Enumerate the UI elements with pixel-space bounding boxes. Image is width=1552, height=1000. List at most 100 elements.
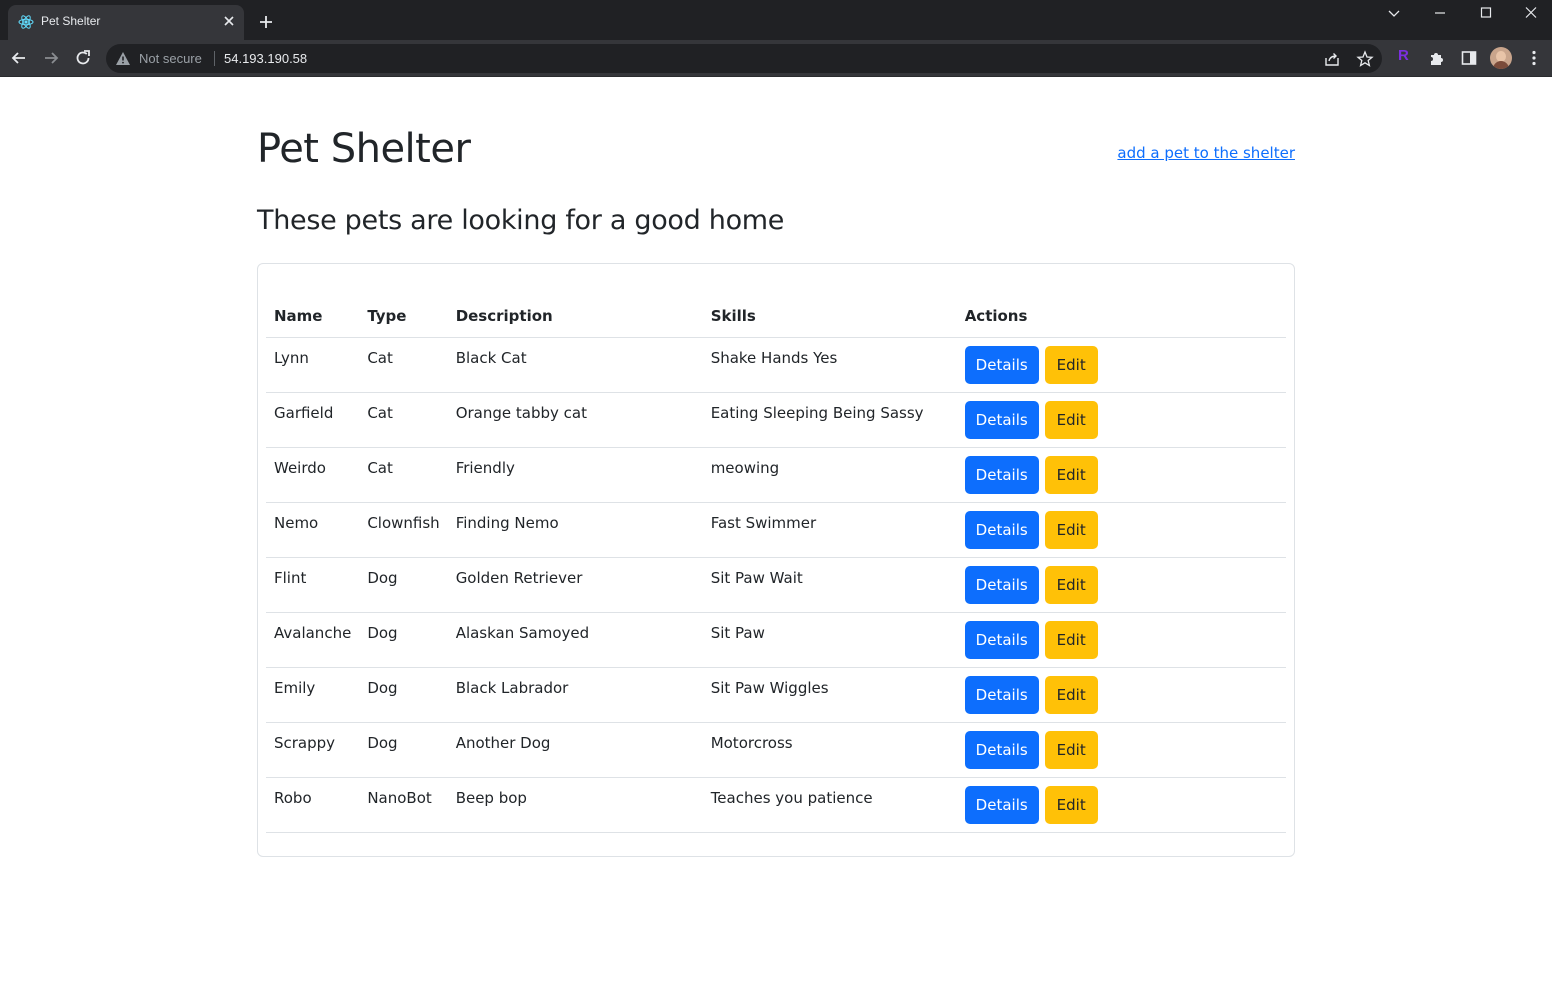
cell-description: Black Cat	[447, 337, 703, 393]
cell-description: Orange tabby cat	[447, 392, 703, 448]
cell-actions: Details Edit	[956, 557, 1286, 613]
details-button[interactable]: Details	[964, 345, 1039, 384]
cell-actions: Details Edit	[956, 777, 1286, 833]
header-description: Description	[447, 289, 703, 338]
back-arrow-icon[interactable]	[9, 48, 29, 68]
avatar[interactable]	[1490, 47, 1512, 69]
cell-type: Dog	[359, 557, 448, 613]
cell-skills: Motorcross	[702, 722, 957, 778]
table-body: Lynn Cat Black Cat Shake Hands Yes Details Ed…	[266, 337, 1286, 833]
minimize-icon[interactable]	[1429, 4, 1451, 22]
pets-table: Name Type Description Skills Actions Lyn…	[266, 289, 1286, 833]
edit-button[interactable]: Edit	[1044, 345, 1098, 384]
share-icon[interactable]	[1323, 50, 1341, 68]
browser-tab[interactable]: Pet Shelter	[8, 5, 244, 40]
page-subtitle: These pets are looking for a good home	[257, 205, 785, 236]
cell-type: Cat	[359, 447, 448, 503]
cell-type: Cat	[359, 337, 448, 393]
cell-description: Friendly	[447, 447, 703, 503]
header-type: Type	[359, 289, 448, 338]
details-button[interactable]: Details	[964, 400, 1039, 439]
header-actions: Actions	[956, 289, 1286, 338]
cell-skills: Shake Hands Yes	[702, 337, 957, 393]
table-row: Lynn Cat Black Cat Shake Hands Yes Details Ed…	[266, 337, 1286, 393]
cell-skills: meowing	[702, 447, 957, 503]
cell-name: Nemo	[266, 502, 360, 558]
cell-name: Flint	[266, 557, 360, 613]
cell-type: Cat	[359, 392, 448, 448]
react-icon	[18, 15, 34, 29]
table-header-row: Name Type Description Skills Actions	[266, 289, 1286, 338]
details-button[interactable]: Details	[964, 455, 1039, 494]
details-button[interactable]: Details	[964, 510, 1039, 549]
details-button[interactable]: Details	[964, 730, 1039, 769]
cell-actions: Details Edit	[956, 667, 1286, 723]
avatar-body	[1493, 61, 1509, 69]
more-vert-icon[interactable]	[1525, 49, 1543, 67]
cell-name: Robo	[266, 777, 360, 833]
cell-actions: Details Edit	[956, 337, 1286, 393]
cell-skills: Sit Paw Wait	[702, 557, 957, 613]
add-pet-link[interactable]: add a pet to the shelter	[1117, 144, 1295, 162]
cell-actions: Details Edit	[956, 392, 1286, 448]
close-icon[interactable]	[221, 13, 237, 29]
plus-icon[interactable]	[256, 12, 276, 32]
details-button[interactable]: Details	[964, 565, 1039, 604]
forward-arrow-icon[interactable]	[41, 48, 61, 68]
edit-button[interactable]: Edit	[1044, 400, 1098, 439]
cell-name: Weirdo	[266, 447, 360, 503]
cell-skills: Sit Paw Wiggles	[702, 667, 957, 723]
cell-name: Avalanche	[266, 612, 360, 668]
edit-button[interactable]: Edit	[1044, 785, 1098, 824]
url-text[interactable]: 54.193.190.58	[224, 51, 307, 66]
edit-button[interactable]: Edit	[1044, 510, 1098, 549]
edit-button[interactable]: Edit	[1044, 675, 1098, 714]
edit-button[interactable]: Edit	[1044, 455, 1098, 494]
divider	[214, 51, 215, 66]
cell-actions: Details Edit	[956, 447, 1286, 503]
cell-description: Black Labrador	[447, 667, 703, 723]
tab-title: Pet Shelter	[41, 14, 101, 28]
cell-name: Lynn	[266, 337, 360, 393]
table-row: Garfield Cat Orange tabby cat Eating Sleepi…	[266, 392, 1286, 448]
maximize-icon[interactable]	[1475, 4, 1497, 22]
browser-titlebar: Pet Shelter	[0, 0, 1552, 40]
table-row: Scrappy Dog Another Dog Motorcross Details Ed…	[266, 722, 1286, 778]
cell-type: Dog	[359, 722, 448, 778]
cell-type: NanoBot	[359, 777, 448, 833]
header-name: Name	[266, 289, 360, 338]
header-skills: Skills	[702, 289, 957, 338]
sidepanel-icon[interactable]	[1460, 49, 1478, 67]
star-icon[interactable]	[1356, 50, 1374, 68]
edit-button[interactable]: Edit	[1044, 565, 1098, 604]
puzzle-icon[interactable]	[1428, 49, 1446, 67]
extension-r-icon[interactable]: R	[1398, 47, 1409, 64]
security-label[interactable]: Not secure	[139, 51, 202, 66]
browser-toolbar: Not secure 54.193.190.58 R	[0, 40, 1552, 77]
cell-name: Garfield	[266, 392, 360, 448]
cell-skills: Fast Swimmer	[702, 502, 957, 558]
close-window-icon[interactable]	[1520, 4, 1542, 22]
warning-icon[interactable]	[115, 51, 131, 66]
details-button[interactable]: Details	[964, 620, 1039, 659]
cell-description: Beep bop	[447, 777, 703, 833]
cell-type: Dog	[359, 667, 448, 723]
cell-actions: Details Edit	[956, 722, 1286, 778]
details-button[interactable]: Details	[964, 785, 1039, 824]
cell-description: Golden Retriever	[447, 557, 703, 613]
pets-card: Name Type Description Skills Actions Lyn…	[257, 263, 1295, 857]
details-button[interactable]: Details	[964, 675, 1039, 714]
table-row: Nemo Clownfish Finding Nemo Fast Swimmer Det…	[266, 502, 1286, 558]
table-row: Emily Dog Black Labrador Sit Paw Wiggles Det…	[266, 667, 1286, 723]
address-bar[interactable]: Not secure 54.193.190.58	[106, 44, 1382, 73]
table-row: Flint Dog Golden Retriever Sit Paw Wait Deta…	[266, 557, 1286, 613]
table-row: Weirdo Cat Friendly meowing Details Edit	[266, 447, 1286, 503]
page-title: Pet Shelter	[257, 126, 471, 172]
edit-button[interactable]: Edit	[1044, 620, 1098, 659]
reload-icon[interactable]	[73, 48, 93, 68]
cell-type: Clownfish	[359, 502, 448, 558]
edit-button[interactable]: Edit	[1044, 730, 1098, 769]
cell-name: Scrappy	[266, 722, 360, 778]
cell-description: Finding Nemo	[447, 502, 703, 558]
chevron-down-icon[interactable]	[1383, 4, 1405, 22]
